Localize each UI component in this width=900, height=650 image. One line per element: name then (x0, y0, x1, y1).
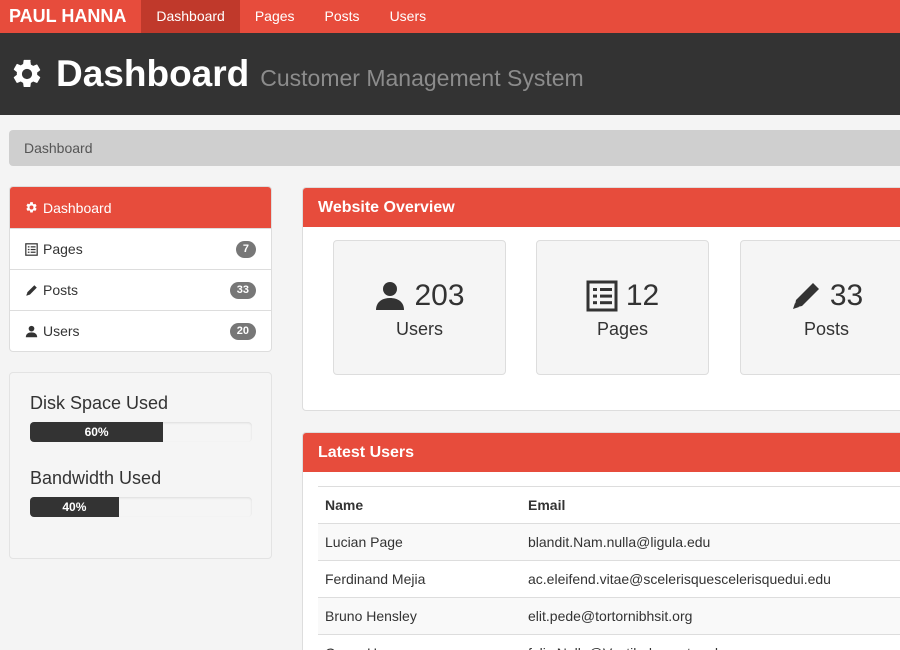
stat-value: 12 (625, 279, 660, 312)
users-table: Name Email Lucian Page blandit.Nam.nulla… (318, 486, 900, 650)
page-header: Dashboard Customer Management System (0, 33, 900, 115)
stat-value: 33 (829, 279, 864, 312)
list-icon (25, 242, 38, 256)
breadcrumb[interactable]: Dashboard (9, 130, 900, 166)
website-overview-panel: Website Overview 203 Users 12 Pages 33 P… (302, 187, 900, 411)
nav-item-dashboard[interactable]: Dashboard (141, 0, 240, 33)
usage-panel: Disk Space Used 60% Bandwidth Used 40% (9, 372, 272, 559)
disk-usage-label: Disk Space Used (30, 393, 169, 413)
gear-icon (13, 59, 41, 88)
bandwidth-usage-label: Bandwidth Used (30, 468, 162, 488)
table-row: Orson Hopper felis.Nulla@Vestibulumante.… (318, 634, 900, 650)
pencil-icon (792, 283, 819, 309)
stat-label: Pages (596, 319, 649, 339)
panel-title: Latest Users (303, 433, 900, 472)
pencil-icon (26, 284, 37, 296)
nav-item-posts[interactable]: Posts (310, 0, 375, 33)
user-name-cell: Bruno Hensley (318, 597, 521, 635)
user-name-cell: Ferdinand Mejia (318, 560, 521, 598)
disk-usage-progress: 60% (30, 422, 252, 442)
sidebar-menu: Dashboard Pages 7 Posts 33 Users 20 (9, 186, 272, 352)
sidebar-item-pages[interactable]: Pages 7 (10, 228, 271, 269)
user-icon (25, 325, 38, 337)
bandwidth-usage-bar: 40% (30, 497, 119, 517)
nav-item-pages[interactable]: Pages (240, 0, 310, 33)
stat-posts: 33 Posts (740, 240, 900, 375)
table-header-row: Name Email (318, 486, 900, 524)
list-icon (586, 280, 618, 312)
page-title: Dashboard (56, 53, 250, 94)
stat-label: Posts (803, 319, 850, 339)
nav-item-users[interactable]: Users (375, 0, 442, 33)
brand-link[interactable]: PAUL HANNA (0, 0, 141, 33)
page-subtitle: Customer Management System (260, 64, 584, 91)
user-email-cell: felis.Nulla@Vestibulumante.edu (521, 634, 900, 650)
sidebar-item-label: Posts (43, 282, 79, 298)
gear-icon (26, 202, 37, 213)
count-badge: 7 (235, 240, 256, 258)
bandwidth-usage-progress: 40% (30, 497, 252, 517)
count-badge: 20 (229, 322, 256, 340)
user-name-cell: Lucian Page (318, 523, 521, 561)
panel-title: Website Overview (303, 188, 900, 227)
user-email-cell: elit.pede@tortornibhsit.org (521, 597, 900, 635)
disk-usage-bar: 60% (30, 422, 164, 442)
sidebar-item-dashboard[interactable]: Dashboard (10, 187, 271, 228)
count-badge: 33 (229, 281, 256, 299)
user-email-cell: blandit.Nam.nulla@ligula.edu (521, 523, 900, 561)
sidebar-item-posts[interactable]: Posts 33 (10, 269, 271, 310)
stat-value: 203 (414, 279, 465, 312)
table-row: Ferdinand Mejia ac.eleifend.vitae@sceler… (318, 560, 900, 598)
stat-pages: 12 Pages (536, 240, 709, 375)
table-row: Bruno Hensley elit.pede@tortornibhsit.or… (318, 597, 900, 635)
stat-label: Users (395, 319, 443, 339)
top-navbar: PAUL HANNA Dashboard Pages Posts Users (0, 0, 900, 33)
sidebar-item-label: Dashboard (43, 199, 112, 216)
latest-users-panel: Latest Users Name Email Lucian Page blan… (302, 432, 900, 650)
sidebar-item-label: Users (43, 323, 80, 339)
column-header-name: Name (318, 486, 521, 524)
user-email-cell: ac.eleifend.vitae@scelerisquescelerisque… (521, 560, 900, 598)
column-header-email: Email (521, 486, 900, 524)
sidebar-item-label: Pages (43, 241, 83, 257)
stat-users: 203 Users (333, 240, 506, 375)
user-name-cell: Orson Hopper (318, 634, 521, 650)
sidebar-item-users[interactable]: Users 20 (10, 310, 271, 351)
user-icon (376, 282, 405, 310)
table-row: Lucian Page blandit.Nam.nulla@ligula.edu (318, 523, 900, 561)
